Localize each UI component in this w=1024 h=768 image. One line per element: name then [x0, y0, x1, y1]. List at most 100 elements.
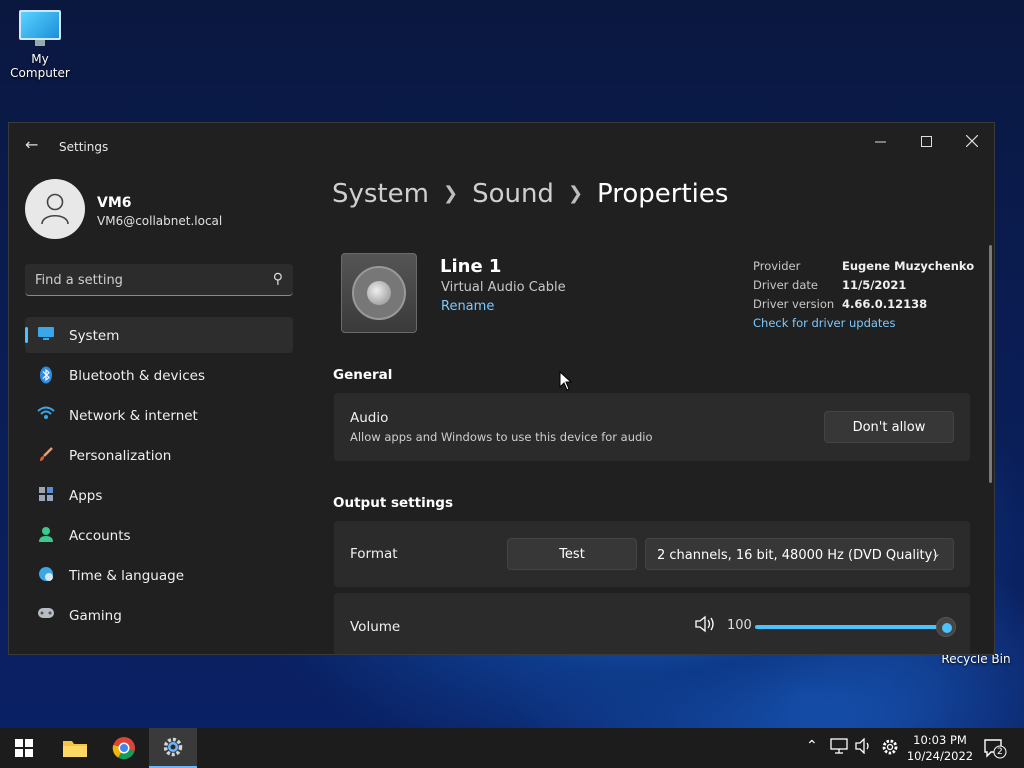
- settings-window: ← Settings VM6 VM6@collabnet.local ⚲: [8, 122, 995, 655]
- sidebar-item-label: System: [69, 328, 120, 344]
- general-heading: General: [333, 367, 393, 383]
- speaker-volume-icon[interactable]: [694, 615, 716, 637]
- chevron-right-icon: ❯: [567, 183, 584, 204]
- format-dropdown[interactable]: 2 channels, 16 bit, 48000 Hz (DVD Qualit…: [645, 538, 954, 570]
- taskbar: ⌃ 10:03 PM 10/24/2022 2: [0, 728, 1024, 768]
- chrome-button[interactable]: [100, 728, 148, 768]
- back-arrow-icon[interactable]: ←: [25, 137, 41, 153]
- minimize-button[interactable]: [857, 127, 903, 157]
- provider-label: Provider: [753, 259, 801, 273]
- driver-date-label: Driver date: [753, 278, 818, 292]
- profile-name: VM6: [97, 195, 132, 211]
- profile-email: VM6@collabnet.local: [97, 214, 223, 228]
- settings-taskbar-button[interactable]: [149, 728, 197, 768]
- sidebar-item-time-language[interactable]: Time & language: [25, 557, 293, 593]
- globe-icon: [37, 566, 55, 584]
- test-button[interactable]: Test: [507, 538, 637, 570]
- volume-icon[interactable]: [855, 737, 873, 758]
- monitor-icon: [19, 10, 61, 46]
- network-icon[interactable]: [830, 738, 848, 758]
- start-button[interactable]: [0, 728, 48, 768]
- provider-value: Eugene Muzychenko: [842, 259, 975, 273]
- driver-update-link[interactable]: Check for driver updates: [753, 316, 896, 330]
- page-title: Properties: [597, 179, 729, 209]
- my-computer-label: My Computer: [10, 52, 70, 80]
- avatar: [25, 179, 85, 239]
- person-avatar-icon: [41, 193, 69, 225]
- volume-slider-thumb[interactable]: [936, 617, 956, 637]
- wifi-icon: [37, 406, 55, 424]
- apps-icon: [37, 486, 55, 504]
- taskbar-clock[interactable]: 10:03 PM 10/24/2022: [905, 732, 975, 764]
- chrome-icon: [112, 737, 135, 760]
- notification-center-button[interactable]: 2: [983, 738, 1007, 764]
- chevron-up-icon[interactable]: ⌃: [806, 738, 818, 754]
- device-subtitle: Virtual Audio Cable: [441, 280, 566, 295]
- sidebar-item-label: Accounts: [69, 528, 131, 544]
- sidebar-item-label: Personalization: [69, 448, 172, 464]
- chevron-right-icon: ❯: [442, 183, 459, 204]
- sidebar-item-accounts[interactable]: Accounts: [25, 517, 293, 553]
- notification-count: 2: [997, 747, 1003, 757]
- sidebar-item-apps[interactable]: Apps: [25, 477, 293, 513]
- close-icon: [965, 134, 979, 148]
- format-card: Format Test 2 channels, 16 bit, 48000 Hz…: [334, 521, 970, 587]
- maximize-icon: [920, 136, 932, 147]
- driver-date-value: 11/5/2021: [842, 278, 907, 292]
- volume-value: 100: [727, 618, 752, 633]
- format-label: Format: [350, 546, 398, 562]
- sidebar-item-gaming[interactable]: Gaming: [25, 597, 293, 633]
- brush-icon: [37, 446, 55, 464]
- system-icon: [37, 326, 55, 344]
- sidebar-item-system[interactable]: System: [25, 317, 293, 353]
- sidebar-item-label: Time & language: [69, 568, 185, 584]
- bluetooth-icon: [37, 366, 55, 384]
- driver-version-value: 4.66.0.12138: [842, 297, 928, 311]
- file-explorer-button[interactable]: [50, 728, 98, 768]
- close-button[interactable]: [949, 127, 994, 157]
- my-computer-desktop-icon[interactable]: My Computer: [0, 10, 80, 80]
- breadcrumb-sound[interactable]: Sound: [472, 179, 554, 209]
- search-input[interactable]: [35, 270, 255, 290]
- volume-card: Volume 100: [334, 593, 970, 654]
- sidebar-item-label: Gaming: [69, 608, 122, 624]
- clock-date: 10/24/2022: [906, 749, 974, 763]
- driver-info: Provider Eugene Muzychenko Driver date 11/…: [753, 259, 974, 335]
- audio-card: Audio Allow apps and Windows to use this…: [334, 393, 970, 461]
- sidebar-item-label: Network & internet: [69, 408, 198, 424]
- folder-icon: [63, 741, 87, 757]
- sidebar-item-personalization[interactable]: Personalization: [25, 437, 293, 473]
- dont-allow-button[interactable]: Don't allow: [824, 411, 954, 443]
- search-box[interactable]: ⚲: [25, 264, 293, 296]
- audio-description: Allow apps and Windows to use this devic…: [350, 430, 653, 444]
- breadcrumb: System ❯ Sound ❯ Properties: [332, 179, 728, 219]
- breadcrumb-system[interactable]: System: [332, 179, 429, 209]
- rename-link[interactable]: Rename: [441, 299, 494, 314]
- windows-logo-icon: [15, 739, 33, 757]
- driver-version-label: Driver version: [753, 297, 835, 311]
- search-icon[interactable]: ⚲: [273, 271, 283, 287]
- user-profile[interactable]: VM6 VM6@collabnet.local: [25, 179, 305, 241]
- format-value: 2 channels, 16 bit, 48000 Hz (DVD Qualit…: [657, 548, 938, 563]
- output-settings-heading: Output settings: [333, 495, 454, 511]
- scrollbar[interactable]: [989, 245, 992, 483]
- window-title: Settings: [59, 140, 109, 154]
- sidebar-item-bluetooth[interactable]: Bluetooth & devices: [25, 357, 293, 393]
- speaker-device-icon: [341, 253, 417, 333]
- volume-label: Volume: [350, 619, 401, 635]
- gamepad-icon: [37, 606, 55, 624]
- clock-time: 10:03 PM: [913, 733, 967, 747]
- notification-icon: [984, 739, 1007, 759]
- mouse-cursor-icon: [559, 371, 573, 391]
- sidebar-item-network[interactable]: Network & internet: [25, 397, 293, 433]
- person-icon: [37, 526, 55, 544]
- chevron-down-icon: ⌄: [931, 547, 941, 560]
- title-bar: ← Settings: [9, 123, 994, 169]
- gear-icon: [163, 737, 183, 757]
- device-name: Line 1: [440, 256, 502, 277]
- gear-icon[interactable]: [881, 738, 899, 760]
- minimize-icon: [874, 141, 886, 143]
- maximize-button[interactable]: [903, 127, 949, 157]
- volume-slider-track[interactable]: [755, 625, 945, 629]
- audio-title: Audio: [350, 410, 389, 426]
